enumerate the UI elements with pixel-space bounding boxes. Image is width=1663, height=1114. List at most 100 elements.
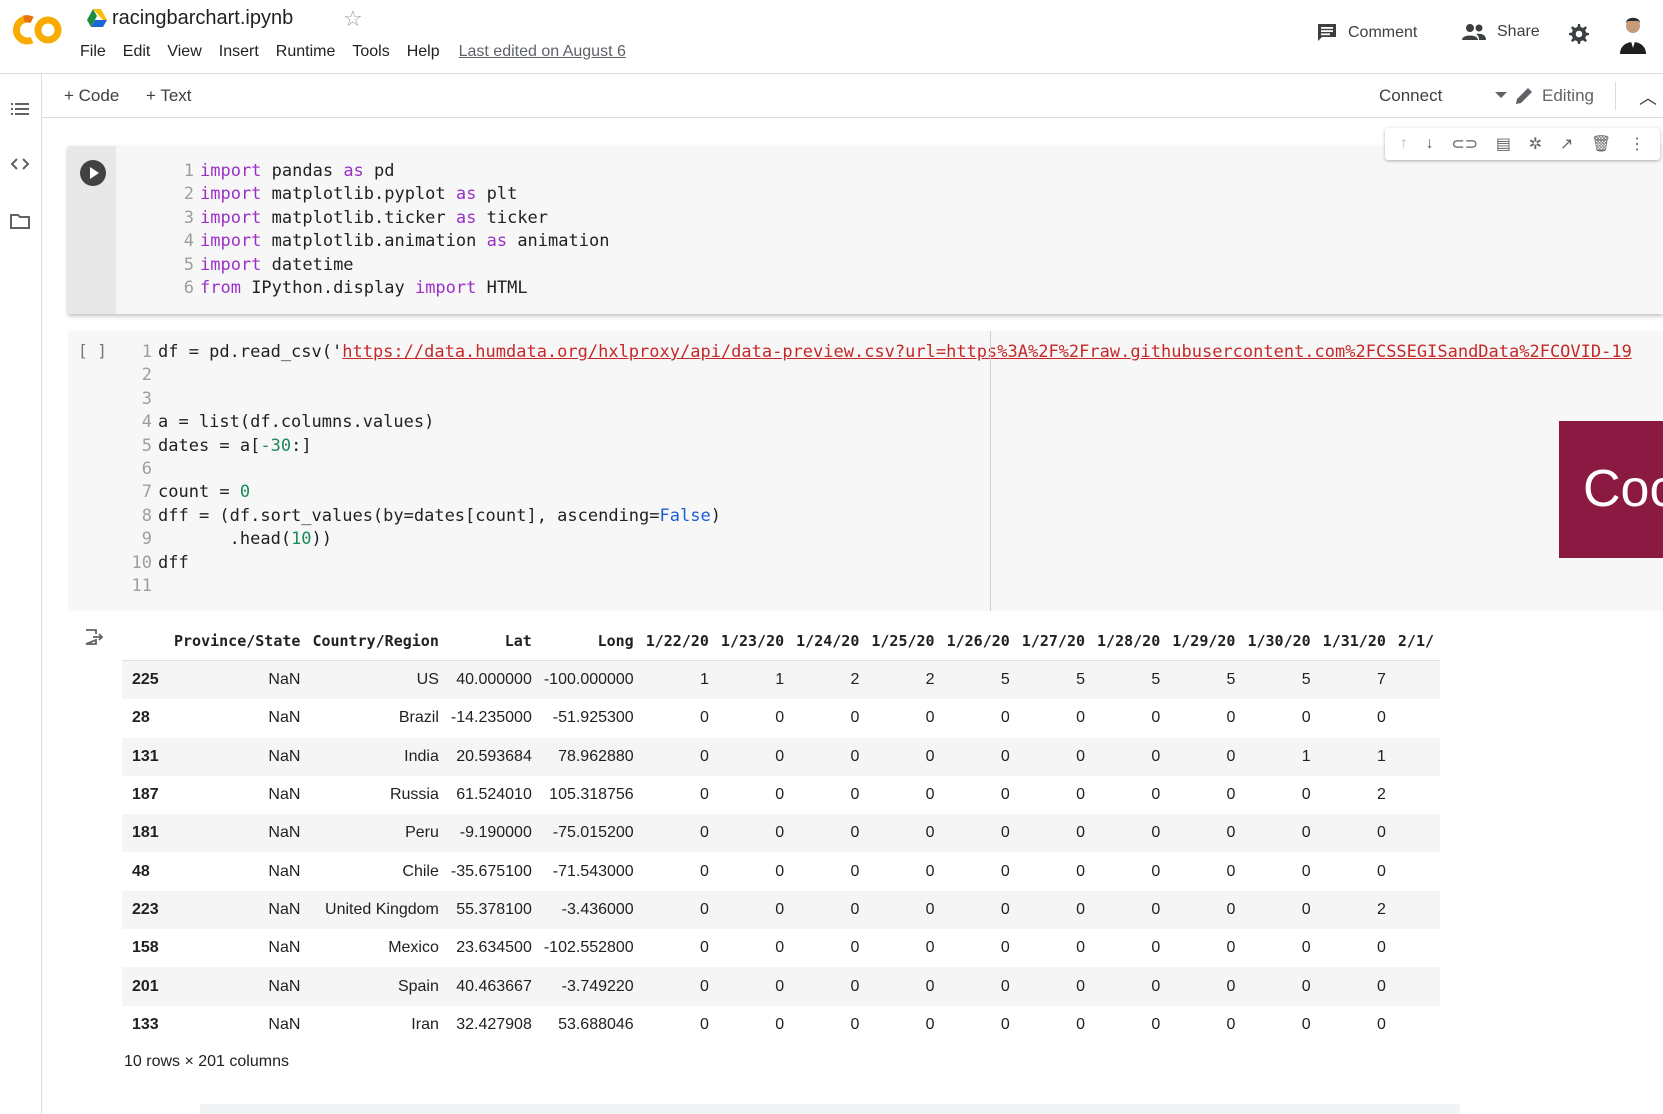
table-cell: 0 xyxy=(1376,862,1386,880)
settings-gear-icon[interactable] xyxy=(1566,22,1590,46)
table-cell: 0 xyxy=(700,862,709,880)
code-text: dff xyxy=(158,552,189,573)
table-cell xyxy=(1391,660,1441,700)
connect-dropdown-icon[interactable] xyxy=(1495,92,1507,98)
run-cell-button[interactable] xyxy=(80,160,106,186)
code-line[interactable]: 5 import datetime xyxy=(168,254,609,277)
code-line[interactable]: 10 dff xyxy=(126,552,1661,575)
menu-insert[interactable]: Insert xyxy=(219,43,259,61)
add-text-button[interactable]: + Text xyxy=(146,86,192,106)
table-cell: Peru xyxy=(306,814,445,853)
line-number: 1 xyxy=(183,161,194,181)
code-line[interactable]: 8 dff = (df.sort_values(by=dates[count], … xyxy=(126,505,1661,528)
code-text: ) xyxy=(710,505,721,526)
move-up-icon[interactable]: ↑ xyxy=(1400,135,1408,153)
editing-mode-button[interactable]: Editing xyxy=(1514,86,1594,106)
code-line[interactable]: 1 import pandas as pd xyxy=(168,160,609,183)
table-of-contents-icon[interactable] xyxy=(9,98,31,120)
open-in-tab-icon[interactable]: ↗ xyxy=(1560,134,1573,154)
code-line[interactable]: 6 xyxy=(126,458,1661,481)
google-drive-icon xyxy=(87,9,107,27)
star-icon[interactable]: ☆ xyxy=(343,6,363,32)
code-line[interactable]: 3 import matplotlib.ticker as ticker xyxy=(168,207,609,230)
user-avatar[interactable] xyxy=(1614,14,1650,54)
code-line[interactable]: 4 a = list(df.columns.values) xyxy=(126,411,1661,434)
index-header xyxy=(122,622,168,661)
add-code-button[interactable]: + Code xyxy=(64,86,119,106)
code-cell-dataframe[interactable]: [ ] 1 df = pd.read_csv('https://data.humd… xyxy=(68,331,1663,611)
left-sidebar xyxy=(0,74,42,1114)
table-cell: 0 xyxy=(1226,709,1236,727)
code-number: 0 xyxy=(239,482,251,503)
more-options-icon[interactable]: ⋮ xyxy=(1629,134,1645,154)
notebook-title[interactable]: racingbarchart.ipynb xyxy=(112,7,293,30)
table-cell: 0 xyxy=(775,709,785,727)
menu-runtime[interactable]: Runtime xyxy=(276,43,336,61)
menu-file[interactable]: File xyxy=(80,43,106,61)
menu-tools[interactable]: Tools xyxy=(352,43,389,61)
table-cell: 5 xyxy=(1241,660,1317,700)
code-line[interactable]: 1 df = pd.read_csv('https://data.humdata.… xyxy=(126,341,1661,364)
table-cell: 105.318756 xyxy=(549,786,634,804)
last-edited-link[interactable]: Last edited on August 6 xyxy=(459,43,626,61)
table-cell: 0 xyxy=(714,967,791,1006)
menu-edit[interactable]: Edit xyxy=(123,43,151,61)
table-cell: 0 xyxy=(1076,709,1086,727)
code-line[interactable]: 11 xyxy=(126,575,1661,598)
line-number: 3 xyxy=(141,388,152,409)
comment-button[interactable]: Comment xyxy=(1316,22,1417,44)
delete-cell-icon[interactable]: 🗑 xyxy=(1591,134,1611,154)
code-line[interactable]: 3 xyxy=(126,388,1661,411)
code-cell-imports[interactable]: 1 import pandas as pd 2 import matplotlib.p… xyxy=(68,146,1663,314)
table-cell: 2 xyxy=(790,660,866,700)
execution-count[interactable]: [ ] xyxy=(78,341,107,360)
table-cell: 0 xyxy=(1091,737,1167,776)
table-cell: 0 xyxy=(925,709,935,727)
add-comment-icon[interactable]: ▤ xyxy=(1496,134,1511,154)
share-button[interactable]: Share xyxy=(1461,22,1540,42)
table-cell: 0 xyxy=(639,814,715,853)
column-header: 1/28/20 xyxy=(1091,622,1167,661)
column-header: 1/29/20 xyxy=(1166,622,1242,661)
menu-help[interactable]: Help xyxy=(407,43,440,61)
table-cell: 0 xyxy=(1241,814,1317,853)
code-editor[interactable]: 1 df = pd.read_csv('https://data.humdata.… xyxy=(126,341,1661,598)
line-number: 9 xyxy=(141,529,152,550)
code-line[interactable]: 4 import matplotlib.animation as animatio… xyxy=(168,230,610,253)
connect-button[interactable]: Connect xyxy=(1379,86,1442,106)
cell-settings-icon[interactable]: ✲ xyxy=(1529,134,1542,154)
files-folder-icon[interactable] xyxy=(9,210,31,232)
table-cell: 0 xyxy=(1091,890,1167,930)
code-line[interactable]: 2 xyxy=(126,364,1661,387)
table-cell: 0 xyxy=(1301,862,1311,880)
table-cell: US xyxy=(306,660,445,700)
output-actions-icon[interactable] xyxy=(84,628,104,646)
link-icon[interactable]: ⊂⊃ xyxy=(1451,134,1478,154)
menu-view[interactable]: View xyxy=(167,43,201,61)
table-cell: United Kingdom xyxy=(306,890,445,930)
table-cell xyxy=(1392,699,1440,737)
table-cell: 0 xyxy=(1076,939,1086,957)
code-snippets-icon[interactable] xyxy=(9,153,31,175)
table-cell: 5 xyxy=(940,660,1016,700)
move-down-icon[interactable]: ↓ xyxy=(1426,135,1434,153)
line-number: 6 xyxy=(141,459,152,480)
code-line[interactable]: 2 import matplotlib.pyplot as plt xyxy=(168,183,609,206)
code-text: :] xyxy=(291,435,312,456)
code-line[interactable]: 7 count = 0 xyxy=(126,481,1661,504)
table-cell: 0 xyxy=(1000,709,1010,727)
column-header: 1/27/20 xyxy=(1015,622,1092,661)
table-cell: 0 xyxy=(1166,737,1242,776)
colab-logo[interactable] xyxy=(10,12,66,48)
table-cell: 0 xyxy=(1000,1015,1010,1033)
table-cell: 0 xyxy=(1166,814,1242,853)
code-line[interactable]: 6 from IPython.display import HTML xyxy=(168,277,609,300)
line-number: 10 xyxy=(131,552,152,573)
people-icon xyxy=(1462,24,1486,40)
code-line[interactable]: 9 .head(10)) xyxy=(126,528,1661,551)
code-editor[interactable]: 1 import pandas as pd 2 import matplotlib.p… xyxy=(168,160,610,300)
code-line[interactable]: 5 dates = a[-30:] xyxy=(126,435,1661,458)
table-cell: 0 xyxy=(1000,786,1010,804)
table-cell: Mexico xyxy=(388,939,439,957)
collapse-header-icon[interactable]: ︿ xyxy=(1639,84,1657,110)
